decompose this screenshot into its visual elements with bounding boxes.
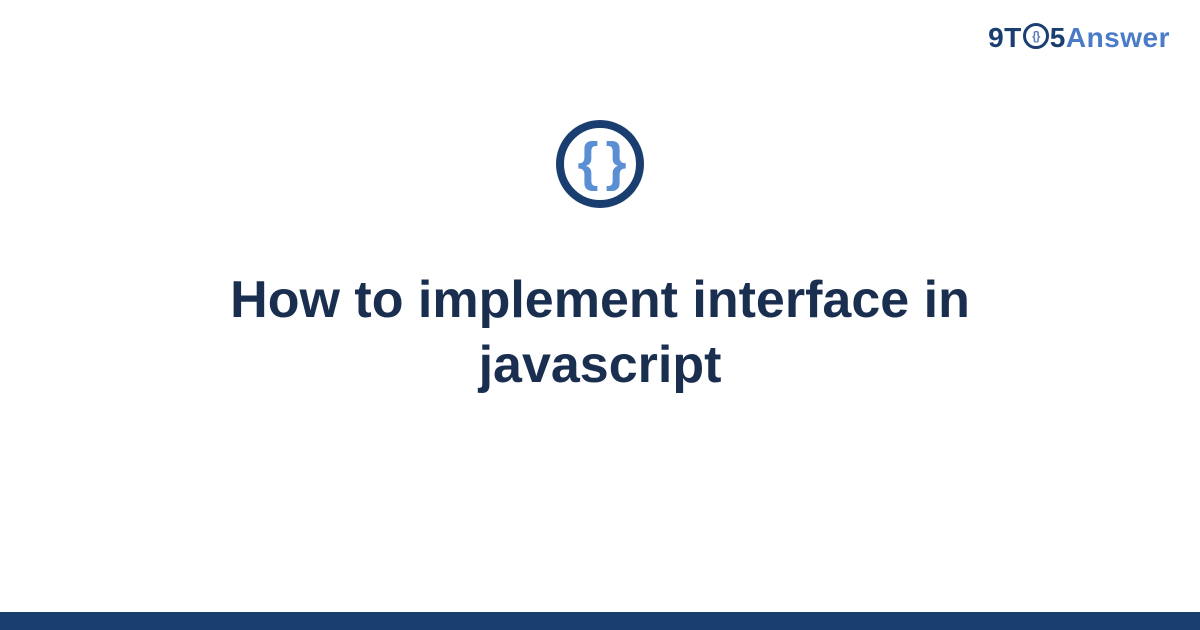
braces-glyph: { }	[577, 135, 622, 189]
site-logo[interactable]: 9T {} 5 Answer	[988, 22, 1170, 54]
logo-o-badge: {}	[1023, 23, 1049, 49]
code-braces-icon: { }	[556, 120, 644, 208]
logo-text-5: 5	[1050, 22, 1066, 54]
footer-accent-bar	[0, 612, 1200, 630]
page-title: How to implement interface in javascript	[125, 268, 1075, 398]
logo-text-answer: Answer	[1066, 22, 1170, 54]
main-content: { } How to implement interface in javasc…	[0, 120, 1200, 398]
logo-o-inner-braces: {}	[1032, 29, 1039, 43]
logo-text-9t: 9T	[988, 22, 1022, 54]
